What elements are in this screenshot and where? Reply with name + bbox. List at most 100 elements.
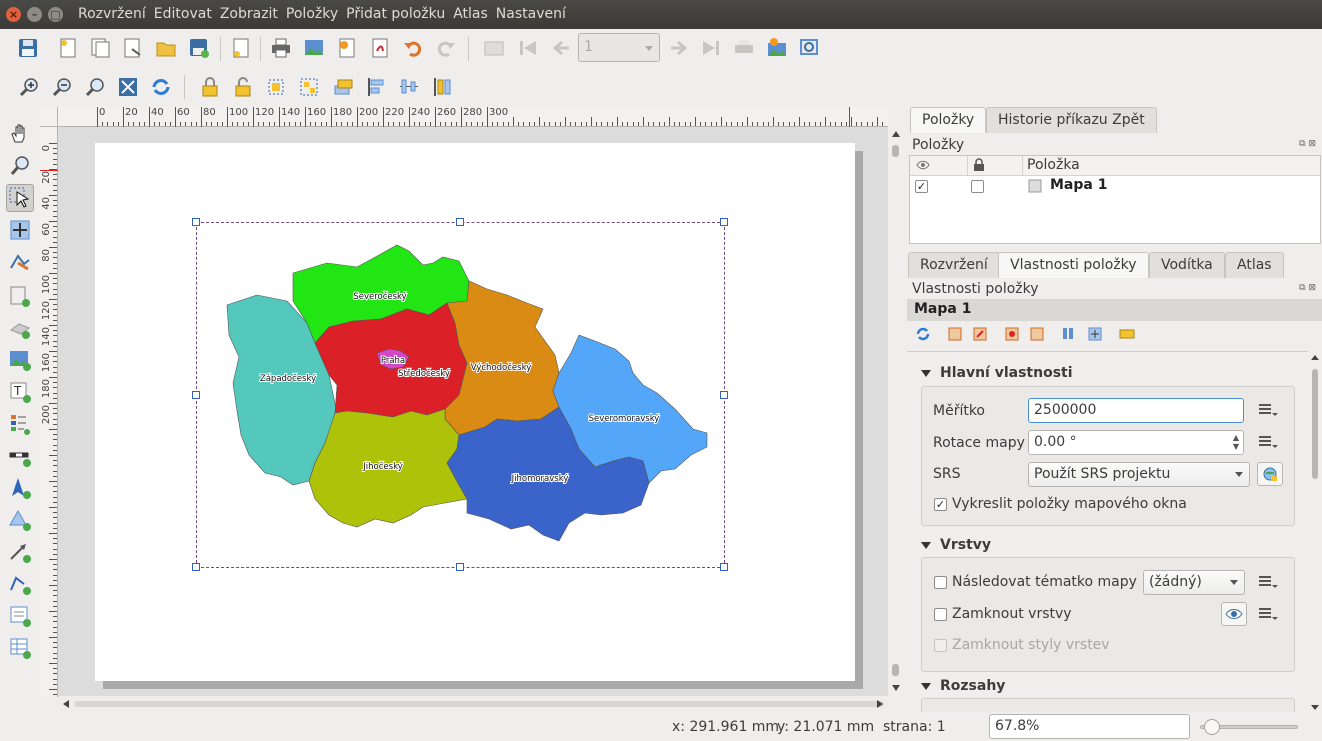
resize-handle-br[interactable] [720, 563, 728, 571]
maximize-window-button[interactable]: □ [48, 7, 63, 22]
layer-visibility-icon[interactable] [1221, 602, 1247, 626]
vertical-scroll-thumb[interactable] [892, 145, 899, 157]
vertical-scroll-thumb-end[interactable] [892, 664, 899, 676]
add-polyline-icon[interactable] [6, 570, 34, 598]
first-feature-icon[interactable] [515, 35, 541, 61]
zoom-slider-thumb[interactable] [1204, 719, 1221, 735]
view-extent-icon[interactable] [972, 326, 988, 346]
menu-polozky[interactable]: Položky [286, 6, 338, 22]
tab-historie[interactable]: Historie příkazu Zpět [986, 107, 1157, 133]
resize-handle-tc[interactable] [456, 218, 464, 226]
atlas-page-field[interactable]: 1 [578, 33, 660, 62]
item-row-map1[interactable]: ✓ Mapa 1 [910, 176, 1320, 196]
srs-select-icon[interactable] [1257, 462, 1283, 486]
scroll-left-arrow[interactable] [63, 700, 69, 708]
duplicate-layout-icon[interactable] [87, 35, 113, 61]
lock-styles-checkbox[interactable] [934, 639, 947, 652]
bookmarks-icon[interactable] [1061, 326, 1077, 346]
items-dock-buttons[interactable]: ⧉ ⊠ [1299, 139, 1316, 149]
add-north-arrow-icon[interactable] [6, 474, 34, 502]
save-template-icon[interactable] [186, 35, 212, 61]
resize-handle-tl[interactable] [192, 218, 200, 226]
move-content-mini-icon[interactable] [1087, 326, 1103, 346]
lock-layers-data-defined-icon[interactable] [1255, 602, 1281, 626]
scroll-down-arrow[interactable] [892, 685, 900, 691]
atlas-settings-icon[interactable] [797, 35, 823, 61]
layout-canvas[interactable]: Severočeský Západočeský Praha Středočesk… [58, 127, 888, 696]
add-3d-map-icon[interactable] [6, 314, 34, 342]
scroll-up-arrow[interactable] [892, 131, 900, 137]
props-scroll-thumb[interactable] [1312, 369, 1318, 479]
draw-items-checkbox[interactable]: ✓ [934, 498, 947, 511]
rotation-spinbox[interactable]: 0.00 ° ▲ ▼ [1028, 430, 1244, 455]
map-item[interactable]: Severočeský Západočeský Praha Středočesk… [192, 218, 728, 571]
props-dock-buttons[interactable]: ⧉ ⊠ [1299, 283, 1316, 293]
page-setup-icon[interactable] [228, 35, 254, 61]
redo-icon[interactable] [433, 35, 459, 61]
props-scrollbar[interactable] [1308, 351, 1322, 714]
add-picture-icon[interactable] [6, 346, 34, 374]
resize-handle-ml[interactable] [192, 391, 200, 399]
scroll-right-arrow[interactable] [877, 700, 883, 708]
next-feature-icon[interactable] [666, 35, 692, 61]
zoom-full-icon[interactable] [115, 74, 141, 100]
resize-handle-bl[interactable] [192, 563, 200, 571]
canvas-horizontal-scrollbar[interactable] [58, 696, 888, 712]
resize-handle-mr[interactable] [720, 391, 728, 399]
unlock-items-icon[interactable] [230, 74, 256, 100]
export-svg-icon[interactable] [334, 35, 360, 61]
section-main-header[interactable]: Hlavní vlastnosti [921, 365, 1073, 381]
add-scalebar-icon[interactable] [6, 442, 34, 470]
distribute-items-icon[interactable] [396, 74, 422, 100]
props-refresh-icon[interactable] [915, 326, 931, 346]
follow-theme-checkbox[interactable] [934, 576, 947, 589]
group-items-icon[interactable] [263, 74, 289, 100]
open-template-icon[interactable] [153, 35, 179, 61]
tab-rozvrzeni[interactable]: Rozvržení [908, 252, 1000, 278]
add-legend-icon[interactable] [6, 410, 34, 438]
tab-atlas[interactable]: Atlas [1225, 252, 1284, 278]
resize-items-icon[interactable] [430, 74, 456, 100]
edit-nodes-icon[interactable] [6, 248, 34, 276]
scale-input[interactable]: 2500000 [1028, 398, 1244, 423]
add-attribute-table-icon[interactable] [6, 634, 34, 662]
layout-page[interactable]: Severočeský Západočeský Praha Středočesk… [95, 143, 855, 681]
menu-rozvrzeni[interactable]: Rozvržení [78, 6, 146, 22]
theme-data-defined-icon[interactable] [1255, 570, 1281, 594]
section-extents-header[interactable]: Rozsahy [921, 678, 1005, 694]
resize-handle-bc[interactable] [456, 563, 464, 571]
minimize-window-button[interactable]: – [27, 7, 42, 22]
undo-icon[interactable] [400, 35, 426, 61]
zoom-actual-icon[interactable] [82, 74, 108, 100]
move-content-icon[interactable] [6, 216, 34, 244]
labeling-settings-icon[interactable] [1119, 328, 1135, 344]
ungroup-items-icon[interactable] [296, 74, 322, 100]
zoom-in-icon[interactable] [16, 74, 42, 100]
scale-data-defined-icon[interactable] [1255, 398, 1281, 422]
theme-combo[interactable]: (žádný) [1143, 570, 1245, 595]
set-extent-icon[interactable] [947, 326, 963, 346]
rotation-data-defined-icon[interactable] [1255, 430, 1281, 454]
zoom-tool-icon[interactable] [6, 152, 34, 180]
layout-manager-icon[interactable] [120, 35, 146, 61]
export-pdf-icon[interactable] [367, 35, 393, 61]
srs-combo[interactable]: Použít SRS projektu [1028, 462, 1250, 487]
lock-items-icon[interactable] [197, 74, 223, 100]
print-icon[interactable] [268, 35, 294, 61]
add-label-icon[interactable]: T [6, 378, 34, 406]
item-visible-checkbox[interactable]: ✓ [915, 180, 928, 193]
close-window-button[interactable]: × [6, 7, 21, 22]
tab-vlastnosti-polozky[interactable]: Vlastnosti položky [998, 252, 1149, 278]
atlas-export-icon[interactable] [764, 35, 790, 61]
lock-layers-checkbox[interactable] [934, 608, 947, 621]
tab-polozky[interactable]: Položky [910, 107, 987, 133]
menu-editovat[interactable]: Editovat [154, 6, 212, 22]
add-shape-icon[interactable] [6, 506, 34, 534]
menu-pridat-polozku[interactable]: Přidat položku [346, 6, 445, 22]
new-layout-icon[interactable] [55, 35, 81, 61]
pan-icon[interactable] [6, 120, 34, 148]
set-scale-icon[interactable] [1004, 326, 1020, 346]
horizontal-scroll-thumb[interactable] [74, 701, 884, 707]
props-scroll-up[interactable] [1311, 355, 1319, 360]
view-scale-icon[interactable] [1029, 326, 1045, 346]
